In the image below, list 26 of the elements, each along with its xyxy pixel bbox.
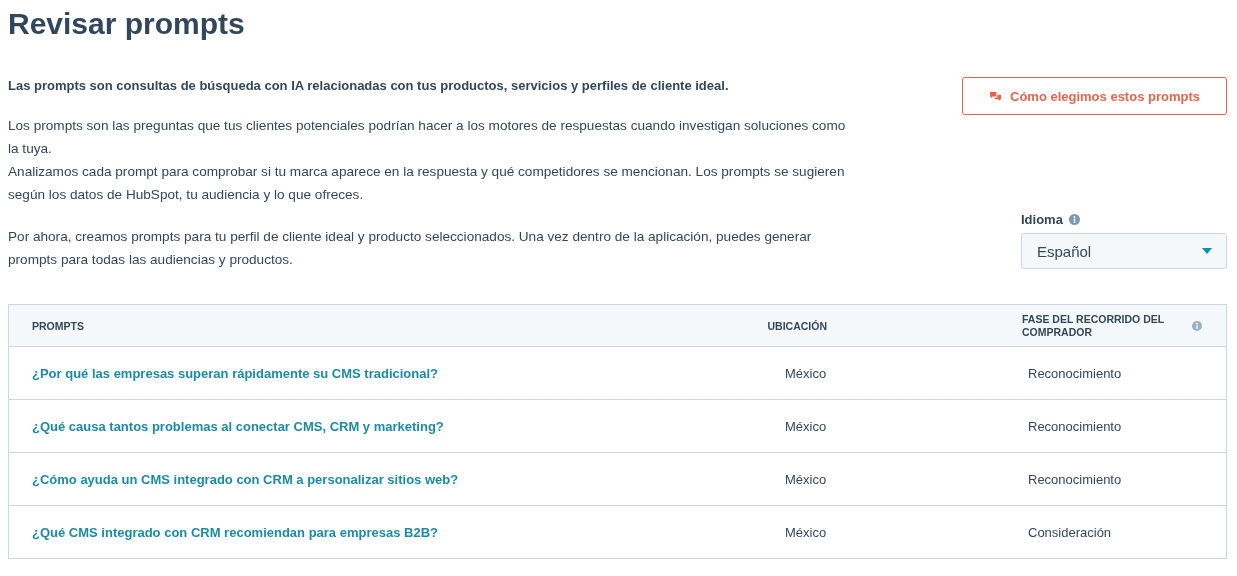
page-title: Revisar prompts xyxy=(8,6,246,42)
table-cell: México xyxy=(785,418,827,434)
prompt-link[interactable]: ¿Qué CMS integrado con CRM recomiendan para empresas B2B? xyxy=(32,524,438,540)
info-icon xyxy=(1192,320,1202,331)
prompt-link[interactable]: ¿Por qué las empresas superan rápidamente su CMS tradicional? xyxy=(32,365,438,381)
caret-icon xyxy=(1202,248,1212,254)
language-label: Idioma xyxy=(1021,212,1063,227)
table-cell: Consideración xyxy=(1028,524,1112,540)
column-header: FASE DEL RECORRIDO DEL COMPRADOR xyxy=(1022,312,1165,339)
intro-paragraph: Por ahora, creamos prompts para tu perfil de cliente ideal y producto seleccionados. Una vez dentro de la aplicación, puedes generar prompts para todas las audiencias y productos. xyxy=(8,228,813,269)
intro-paragraph: Los prompts son las preguntas que tus clientes potenciales podrían hacer a los motores de respuestas cuando investigan soluciones como la tuya. Analizamos cada prompt para comprobar si tu marca aparece en la respuesta y qué competidores se mencionan. Los prompts se sugieren según los datos de HubSpot, tu audiencia y lo que ofreces. xyxy=(8,117,847,204)
table-cell: Reconocimiento xyxy=(1028,418,1122,434)
table-cell: Reconocimiento xyxy=(1028,365,1122,381)
column-header: PROMPTS xyxy=(32,319,84,332)
prompt-link[interactable]: ¿Cómo ayuda un CMS integrado con CRM a personalizar sitios web? xyxy=(32,471,459,487)
table-cell: Reconocimiento xyxy=(1028,471,1122,487)
table-cell: México xyxy=(785,471,827,487)
prompt-link[interactable]: ¿Qué causa tantos problemas al conectar CMS, CRM y marketing? xyxy=(32,418,444,434)
language-select[interactable]: Español xyxy=(1021,233,1227,269)
table-cell: México xyxy=(785,524,827,540)
help-button[interactable]: Cómo elegimos estos prompts xyxy=(962,77,1227,115)
table-cell: México xyxy=(785,365,827,381)
info-icon xyxy=(1068,214,1080,225)
column-header: UBICACIÓN xyxy=(767,319,827,332)
chat-bubbles-icon xyxy=(989,90,1002,102)
intro-lead: Las prompts son consultas de búsqueda con IA relacionadas con tus productos, servicios y perfiles de cliente ideal. xyxy=(8,77,730,95)
